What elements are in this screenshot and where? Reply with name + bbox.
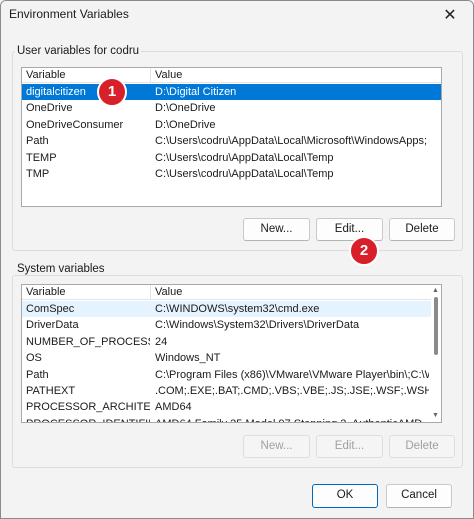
value-cell: C:\Users\codru\AppData\Local\Temp (155, 151, 334, 164)
value-cell: C:\Users\codru\AppData\Local\Temp (155, 168, 334, 180)
callout-badge-2: 2 (349, 236, 379, 266)
variable-cell: OS (26, 352, 42, 365)
callout-badge-1: 1 (97, 77, 127, 107)
variable-cell: TEMP (26, 151, 57, 164)
user-new-button[interactable]: New... (243, 218, 310, 241)
cancel-button[interactable]: Cancel (386, 484, 452, 508)
value-cell: C:\Program Files (x86)\VMware\VMware Pla… (155, 368, 429, 381)
table-row[interactable]: Path C:\Users\codru\AppData\Local\Microso… (22, 133, 441, 149)
system-variables-label: System variables (15, 263, 107, 275)
header-value[interactable]: Value (151, 68, 441, 83)
variable-cell: ComSpec (26, 303, 75, 315)
header-variable[interactable]: Variable (22, 285, 150, 300)
scroll-thumb[interactable] (434, 297, 438, 355)
system-list-header: Variable Value (22, 285, 441, 300)
value-cell: C:\WINDOWS\system32\cmd.exe (155, 303, 320, 315)
environment-variables-dialog: Environment Variables ✕ User variables f… (0, 0, 474, 519)
table-row[interactable]: OneDrive D:\OneDrive (22, 100, 441, 116)
user-variables-label: User variables for codru (15, 45, 142, 57)
value-cell: C:\Users\codru\AppData\Local\Microsoft\W… (155, 135, 428, 148)
variable-cell: NUMBER_OF_PROCESSORS (26, 335, 150, 348)
value-cell: AMD64 Family 25 Model 97 Stepping 2, Aut… (155, 416, 429, 422)
system-variables-list[interactable]: Variable Value ComSpec C:\WINDOWS\system3… (21, 284, 442, 423)
value-cell: D:\OneDrive (155, 102, 216, 115)
value-cell: .COM;.EXE;.BAT;.CMD;.VBS;.VBE;.JS;.JSE;.… (155, 385, 429, 397)
system-list-scrollbar[interactable]: ▲ ▼ (431, 285, 441, 422)
user-variables-list[interactable]: Variable Value digitalcitizen D:\Digital … (21, 67, 442, 207)
scroll-up-icon[interactable]: ▲ (432, 287, 439, 295)
value-cell: AMD64 (155, 401, 192, 414)
system-delete-button[interactable]: Delete (389, 435, 455, 458)
variable-cell: digitalcitizen (26, 86, 86, 98)
scroll-down-icon[interactable]: ▼ (432, 412, 439, 420)
table-row[interactable]: NUMBER_OF_PROCESSORS 24 (22, 334, 431, 350)
system-new-button[interactable]: New... (243, 435, 310, 458)
variable-cell: TMP (26, 168, 50, 180)
variable-cell: PROCESSOR_IDENTIFIER (26, 416, 150, 422)
header-value[interactable]: Value (151, 285, 441, 300)
table-row[interactable]: PROCESSOR_IDENTIFIER AMD64 Family 25 Mode… (22, 416, 431, 422)
window-title: Environment Variables (9, 7, 129, 21)
variable-cell: PATHEXT (26, 385, 76, 397)
table-row[interactable]: ComSpec C:\WINDOWS\system32\cmd.exe (22, 301, 431, 317)
variable-cell: PROCESSOR_ARCHITECTURE (26, 401, 150, 414)
table-row[interactable]: PROCESSOR_ARCHITECTURE AMD64 (22, 399, 431, 415)
value-cell: D:\OneDrive (155, 118, 216, 131)
variable-cell: OneDriveConsumer (26, 118, 124, 131)
variable-cell: OneDrive (26, 102, 73, 115)
variable-cell: Path (26, 135, 49, 148)
value-cell: D:\Digital Citizen (155, 86, 237, 98)
variable-cell: Path (26, 368, 49, 381)
table-row[interactable]: OS Windows_NT (22, 350, 431, 366)
title-bar[interactable]: Environment Variables ✕ (1, 1, 473, 29)
table-row[interactable]: digitalcitizen D:\Digital Citizen (22, 84, 441, 100)
user-edit-button[interactable]: Edit... (316, 218, 383, 241)
user-delete-button[interactable]: Delete (389, 218, 455, 241)
table-row[interactable]: TMP C:\Users\codru\AppData\Local\Temp (22, 166, 441, 182)
value-cell: Windows_NT (155, 352, 221, 365)
table-row[interactable]: OneDriveConsumer D:\OneDrive (22, 117, 441, 133)
ok-button[interactable]: OK (312, 484, 378, 508)
value-cell: 24 (155, 335, 168, 348)
close-icon[interactable]: ✕ (427, 1, 473, 29)
table-row[interactable]: Path C:\Program Files (x86)\VMware\VMware… (22, 367, 431, 383)
user-list-header: Variable Value (22, 68, 441, 83)
table-row[interactable]: PATHEXT .COM;.EXE;.BAT;.CMD;.VBS;.VBE;.JS… (22, 383, 431, 399)
value-cell: C:\Windows\System32\Drivers\DriverData (155, 319, 360, 332)
table-row[interactable]: TEMP C:\Users\codru\AppData\Local\Temp (22, 150, 441, 166)
system-edit-button[interactable]: Edit... (316, 435, 383, 458)
variable-cell: DriverData (26, 319, 79, 332)
table-row[interactable]: DriverData C:\Windows\System32\Drivers\Dr… (22, 317, 431, 333)
header-variable[interactable]: Variable (22, 68, 150, 83)
